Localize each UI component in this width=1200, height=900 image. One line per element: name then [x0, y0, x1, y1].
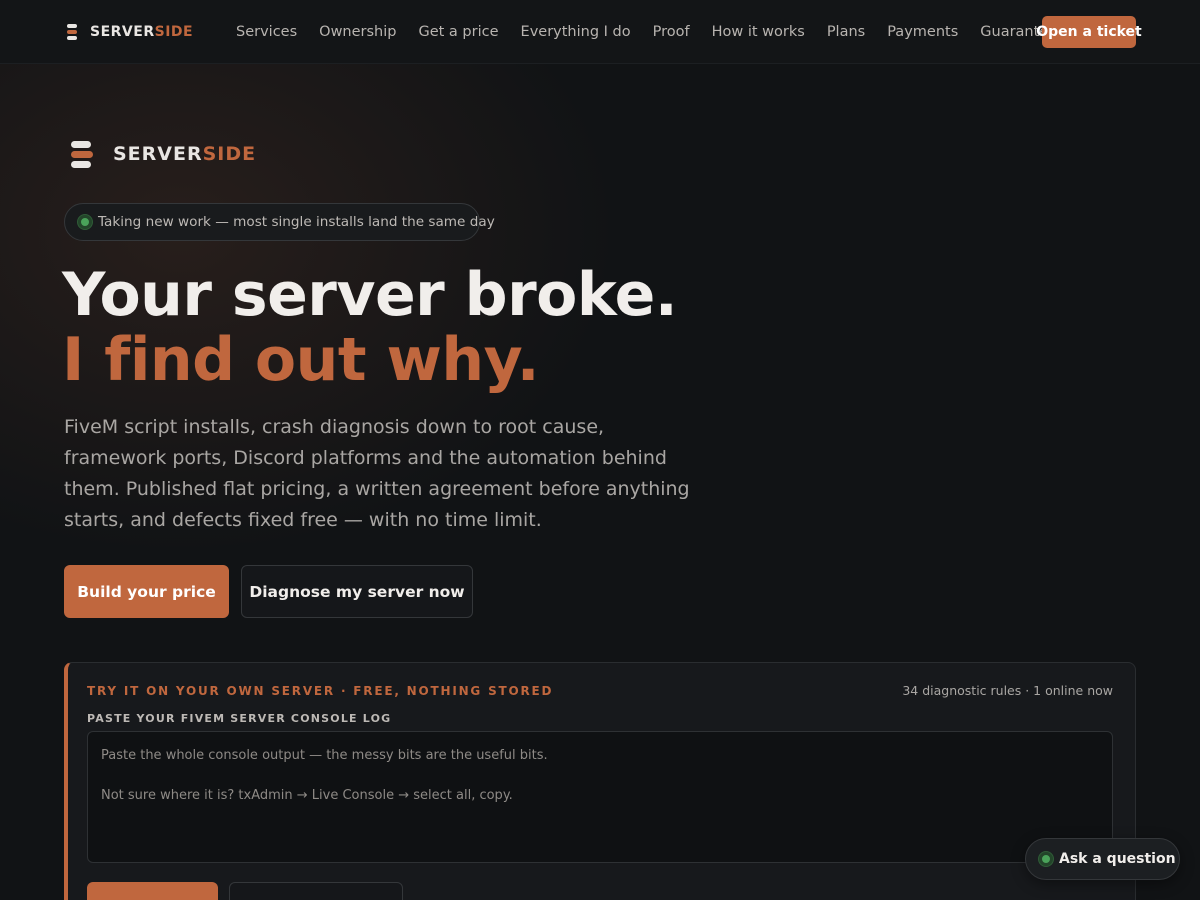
nav-link-payments[interactable]: Payments	[887, 24, 958, 40]
online-status-dot-icon	[78, 215, 92, 229]
hero-brand-name-part1: SERVER	[113, 143, 203, 165]
analyze-log-button[interactable]	[87, 882, 218, 900]
console-log-input[interactable]	[87, 731, 1113, 863]
nav-brand-logo[interactable]: SERVERSIDE	[67, 22, 193, 42]
top-navigation: SERVERSIDE Services Ownership Get a pric…	[0, 0, 1200, 64]
headline-line-1: Your server broke.	[62, 260, 678, 330]
brand-name-part2: SIDE	[154, 24, 194, 40]
nav-link-get-a-price[interactable]: Get a price	[418, 24, 498, 40]
diagnose-server-button[interactable]: Diagnose my server now	[241, 565, 473, 618]
panel-eyebrow: TRY IT ON YOUR OWN SERVER · FREE, NOTHIN…	[87, 684, 554, 698]
console-log-field-label: PASTE YOUR FIVEM SERVER CONSOLE LOG	[87, 712, 392, 725]
hero-brand-logo: SERVERSIDE	[71, 140, 256, 168]
stacked-bars-logo-icon	[67, 24, 77, 40]
brand-name-part1: SERVER	[90, 24, 155, 40]
nav-link-ownership[interactable]: Ownership	[319, 24, 396, 40]
nav-link-services[interactable]: Services	[236, 24, 297, 40]
ask-question-chat-button[interactable]: Ask a question	[1025, 838, 1180, 880]
hero-brand-name-part2: SIDE	[202, 143, 257, 165]
stacked-bars-logo-icon	[71, 140, 93, 168]
ask-question-label: Ask a question	[1059, 851, 1176, 867]
nav-link-how-it-works[interactable]: How it works	[712, 24, 805, 40]
hero-description: FiveM script installs, crash diagnosis d…	[64, 416, 690, 531]
secondary-panel-button[interactable]	[229, 882, 403, 900]
hero-brand-wordmark: SERVERSIDE	[113, 143, 256, 165]
diagnostic-rules-count: 34 diagnostic rules · 1 online now	[902, 683, 1113, 698]
nav-links: Services Ownership Get a price Everythin…	[236, 20, 1079, 44]
brand-wordmark: SERVERSIDE	[90, 24, 193, 40]
open-ticket-button[interactable]: Open a ticket	[1036, 16, 1142, 48]
log-diagnosis-panel: TRY IT ON YOUR OWN SERVER · FREE, NOTHIN…	[64, 662, 1136, 900]
build-your-price-button[interactable]: Build your price	[64, 565, 229, 618]
chat-online-dot-icon	[1039, 852, 1053, 866]
nav-link-everything-i-do[interactable]: Everything I do	[521, 24, 631, 40]
nav-link-plans[interactable]: Plans	[827, 24, 865, 40]
nav-link-proof[interactable]: Proof	[653, 24, 690, 40]
availability-status-pill: Taking new work — most single installs l…	[64, 203, 495, 241]
availability-status-text: Taking new work — most single installs l…	[98, 214, 495, 230]
headline-line-2: I find out why.	[62, 325, 539, 395]
